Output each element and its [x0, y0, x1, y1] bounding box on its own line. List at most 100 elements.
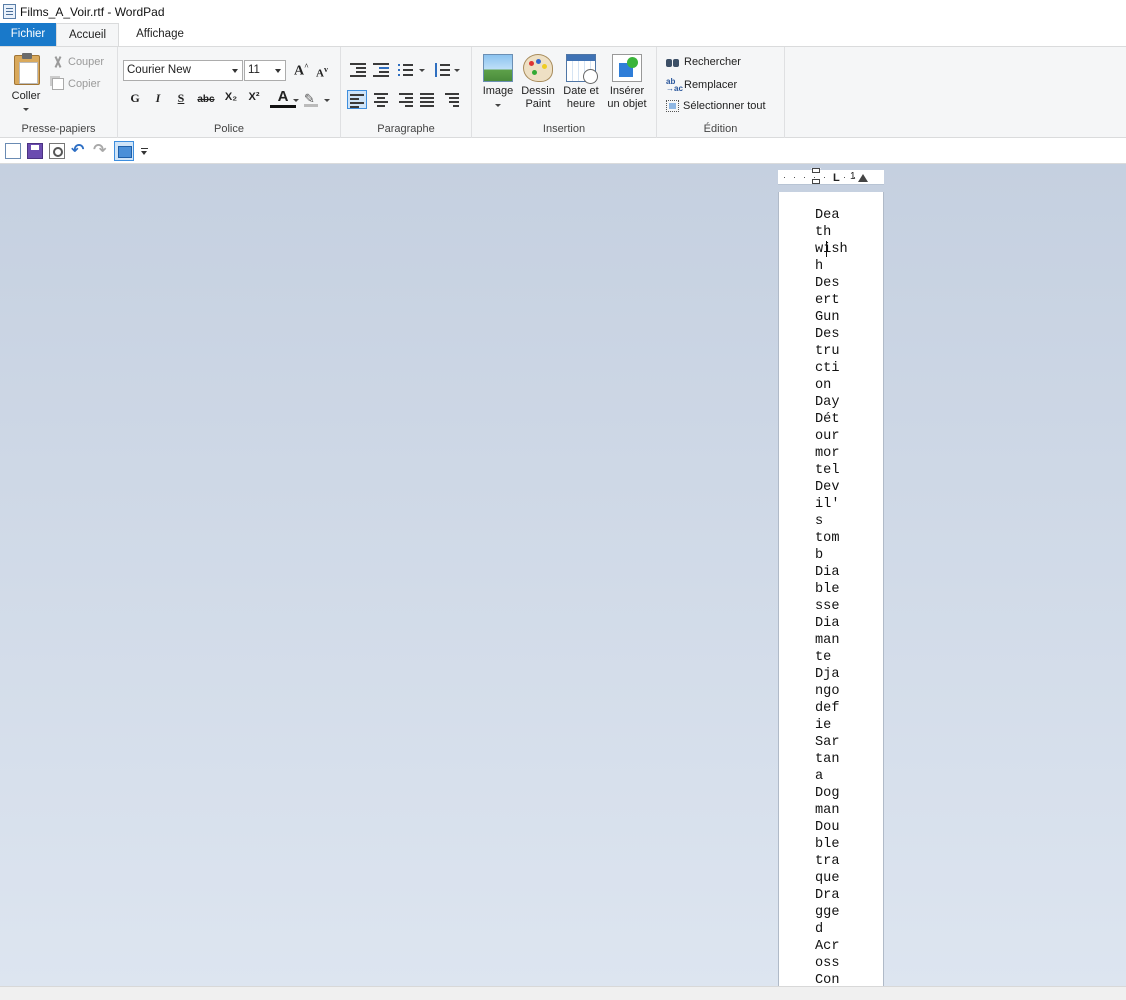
insertion-group-label: Insertion — [542, 123, 586, 135]
status-bar — [0, 986, 1126, 1000]
find-button[interactable]: Rechercher — [666, 56, 741, 68]
paragraph-group: Paragraphe — [341, 47, 472, 138]
paint-palette-icon — [523, 54, 553, 82]
bullet-list-icon[interactable] — [398, 63, 414, 77]
editing-group: Rechercher ab →ac Remplacer Sélectionner … — [657, 47, 785, 138]
tab-view[interactable]: Affichage — [125, 23, 195, 46]
select-all-label: Sélectionner tout — [683, 100, 766, 112]
font-group: Courier New 11 A^ Av G I S abc X₂ X² A ✎… — [118, 47, 341, 138]
paragraph-group-label: Paragraphe — [377, 123, 435, 135]
ruler-number: 1 — [850, 171, 856, 182]
paint-label-line1: Dessin — [521, 85, 555, 97]
quick-access-toolbar: ↶ ↷ — [0, 139, 1126, 164]
strikethrough-button[interactable]: abc — [196, 94, 216, 112]
image-icon — [483, 54, 513, 82]
cut-button[interactable]: Couper — [52, 56, 104, 68]
copy-label: Copier — [68, 78, 101, 90]
ruler[interactable]: L 1 — [778, 168, 884, 186]
calendar-clock-icon — [566, 54, 598, 84]
chevron-down-icon — [275, 69, 281, 73]
text-caret — [826, 241, 827, 257]
select-all-button[interactable]: Sélectionner tout — [666, 100, 766, 112]
indent-marker-icon[interactable] — [811, 168, 821, 186]
align-left-button[interactable] — [347, 90, 367, 109]
object-label-line2: un objet — [607, 98, 647, 110]
font-family-value: Courier New — [127, 64, 191, 76]
insert-object-button[interactable]: Insérer un objet — [603, 54, 651, 111]
align-right-button[interactable] — [397, 93, 413, 107]
replace-icon: ab →ac — [666, 77, 683, 93]
customize-toolbar-icon[interactable] — [141, 148, 149, 156]
subscript-button[interactable]: X₂ — [222, 91, 240, 109]
new-document-icon[interactable] — [5, 143, 21, 159]
right-indent-marker-icon[interactable] — [858, 174, 868, 182]
font-size-select[interactable]: 11 — [244, 60, 286, 81]
replace-button[interactable]: ab →ac Remplacer — [666, 77, 738, 93]
align-center-button[interactable] — [373, 93, 389, 107]
print-preview-icon[interactable] — [49, 143, 65, 159]
chevron-down-icon — [495, 104, 501, 107]
chevron-down-icon[interactable] — [293, 99, 299, 102]
cut-label: Couper — [68, 56, 105, 68]
copy-button[interactable]: Copier — [52, 78, 100, 90]
select-all-icon — [666, 100, 679, 112]
binoculars-icon — [666, 57, 680, 68]
text-color-icon: A — [277, 88, 289, 105]
object-icon — [612, 54, 642, 82]
scissors-icon — [52, 56, 64, 68]
clipboard-group: Coller Couper Copier Presse-papiers — [0, 47, 118, 138]
title-bar: Films_A_Voir.rtf - WordPad — [0, 0, 1126, 23]
justify-button[interactable] — [420, 93, 436, 107]
bold-button[interactable]: G — [128, 91, 142, 109]
chevron-down-icon — [23, 108, 29, 111]
underline-button[interactable]: S — [174, 91, 188, 109]
paste-label: Coller — [11, 90, 41, 102]
italic-button[interactable]: I — [151, 91, 165, 109]
tab-stop-marker[interactable]: L — [833, 173, 840, 184]
chevron-down-icon[interactable] — [419, 69, 425, 72]
increase-indent-icon[interactable] — [373, 63, 389, 77]
insert-image-button[interactable]: Image — [480, 54, 516, 111]
superscript-button[interactable]: X² — [245, 91, 263, 109]
tab-home[interactable]: Accueil — [56, 23, 119, 47]
ribbon: Coller Couper Copier Presse-papiers Cour… — [0, 46, 1126, 138]
document-page[interactable]: Dea th wish h Des ert Gun Des tru cti on… — [778, 192, 884, 986]
document-text[interactable]: Dea th wish h Des ert Gun Des tru cti on… — [815, 207, 848, 986]
tab-file[interactable]: Fichier — [0, 23, 56, 46]
redo-icon[interactable]: ↷ — [93, 143, 109, 159]
highlight-pen-icon[interactable]: ✎ — [304, 92, 318, 107]
decrease-indent-icon[interactable] — [350, 63, 366, 77]
grow-font-icon: A — [294, 63, 305, 79]
wordpad-app-icon[interactable] — [3, 4, 16, 19]
line-spacing-icon[interactable] — [435, 63, 451, 77]
clipboard-icon — [14, 53, 40, 85]
shrink-font-button[interactable]: Av — [316, 65, 328, 80]
find-label: Rechercher — [684, 56, 741, 68]
font-family-select[interactable]: Courier New — [123, 60, 243, 81]
font-group-label: Police — [214, 123, 244, 135]
view-mode-icon[interactable] — [114, 141, 134, 161]
paint-label-line2: Paint — [525, 98, 551, 110]
document-area[interactable]: L 1 Dea th wish h Des ert Gun Des tru ct… — [0, 164, 1126, 986]
date-time-button[interactable]: Date et heure — [560, 54, 602, 111]
grow-font-button[interactable]: A^ — [294, 62, 309, 80]
clipboard-group-label: Presse-papiers — [21, 123, 96, 135]
insert-image-label: Image — [482, 85, 514, 97]
font-size-value: 11 — [248, 64, 260, 76]
paragraph-settings-button[interactable] — [445, 93, 461, 107]
window-title: Films_A_Voir.rtf - WordPad — [20, 4, 165, 19]
chevron-down-icon — [232, 69, 238, 73]
object-label-line1: Insérer — [609, 85, 645, 97]
ribbon-tabs: Fichier Accueil Affichage — [0, 23, 1126, 47]
chevron-down-icon[interactable] — [454, 69, 460, 72]
chevron-down-icon[interactable] — [324, 99, 330, 102]
replace-label: Remplacer — [684, 79, 738, 91]
insertion-group: Image Dessin Paint Date et heure Insérer… — [472, 47, 657, 138]
undo-icon[interactable]: ↶ — [71, 143, 87, 159]
paint-drawing-button[interactable]: Dessin Paint — [520, 54, 556, 111]
copy-icon — [52, 78, 64, 90]
shrink-font-icon: A — [316, 67, 324, 80]
save-icon[interactable] — [27, 143, 43, 159]
text-color-button[interactable]: A — [270, 88, 296, 108]
editing-group-label: Édition — [703, 123, 738, 135]
